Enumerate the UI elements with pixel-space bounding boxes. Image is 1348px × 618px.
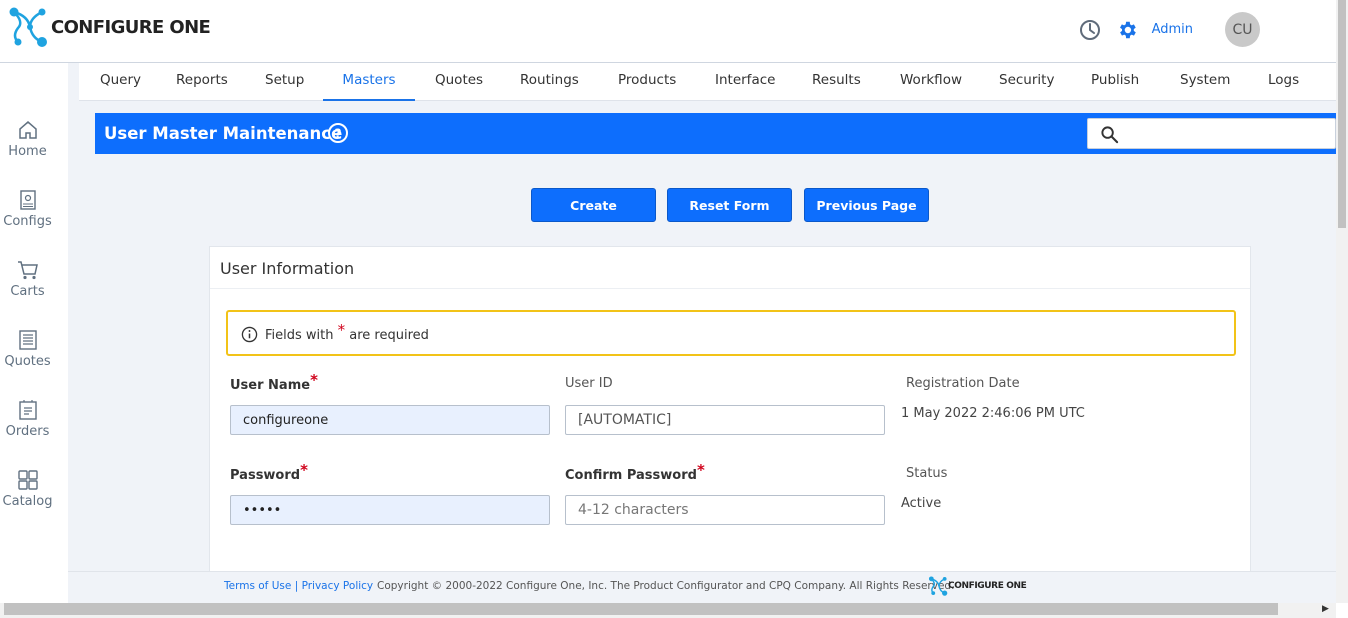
tab-products[interactable]: Products bbox=[618, 63, 676, 101]
vertical-scrollbar-thumb[interactable] bbox=[1338, 0, 1346, 228]
sidebar-item-quotes[interactable]: Quotes bbox=[0, 329, 55, 369]
sidebar-item-label: Carts bbox=[10, 284, 45, 299]
tab-system[interactable]: System bbox=[1180, 63, 1230, 101]
required-asterisk: * bbox=[310, 371, 318, 389]
footer-separator: | bbox=[294, 580, 299, 592]
required-asterisk: * bbox=[300, 461, 308, 479]
username-label: User Name* bbox=[230, 371, 318, 393]
create-button[interactable]: Create bbox=[531, 188, 656, 222]
tab-workflow[interactable]: Workflow bbox=[900, 63, 962, 101]
footer-links: Terms of Use | Privacy Policy bbox=[224, 580, 373, 592]
horizontal-scrollbar-thumb[interactable] bbox=[4, 603, 1278, 615]
required-asterisk: * bbox=[696, 461, 705, 479]
tab-setup[interactable]: Setup bbox=[265, 63, 304, 101]
sidebar-item-label: Configs bbox=[3, 214, 52, 229]
top-header: CONFIGURE ONE Admin CU bbox=[0, 0, 1336, 63]
card-header: User Information bbox=[210, 247, 1250, 289]
tab-publish[interactable]: Publish bbox=[1091, 63, 1139, 101]
search-input[interactable] bbox=[1128, 123, 1328, 145]
side-navigation: Home Configs Carts Quotes Orders Catalog bbox=[0, 63, 68, 603]
tab-quotes[interactable]: Quotes bbox=[435, 63, 483, 101]
tab-routings[interactable]: Routings bbox=[520, 63, 579, 101]
reset-form-button[interactable]: Reset Form bbox=[667, 188, 792, 222]
sidebar-item-label: Home bbox=[8, 144, 47, 159]
search-icon[interactable] bbox=[1100, 125, 1119, 144]
required-asterisk: * bbox=[337, 321, 346, 339]
copyright-text: Copyright © 2000-2022 Configure One, Inc… bbox=[377, 580, 955, 592]
tab-security[interactable]: Security bbox=[999, 63, 1054, 101]
quotes-icon bbox=[18, 330, 37, 350]
footer-logo-icon bbox=[928, 576, 948, 596]
userid-label: User ID bbox=[565, 376, 613, 391]
tab-query[interactable]: Query bbox=[100, 63, 141, 101]
configure-one-logo[interactable]: CONFIGURE ONE bbox=[8, 6, 211, 48]
sidebar-item-catalog[interactable]: Catalog bbox=[0, 469, 55, 509]
sidebar-item-configs[interactable]: Configs bbox=[0, 189, 55, 229]
sidebar-item-label: Orders bbox=[5, 424, 50, 439]
footer-logo: CONFIGURE ONE bbox=[928, 576, 1027, 596]
registration-date-value: 1 May 2022 2:46:06 PM UTC bbox=[901, 406, 1085, 421]
sidebar-item-orders[interactable]: Orders bbox=[0, 399, 55, 439]
footer-logo-text: CONFIGURE ONE bbox=[948, 581, 1027, 591]
sidebar-item-label: Quotes bbox=[4, 354, 51, 369]
privacy-policy-link[interactable]: Privacy Policy bbox=[302, 580, 374, 592]
page-title-bar: User Master Maintenance ? bbox=[95, 113, 1336, 154]
catalog-icon bbox=[17, 470, 38, 490]
page-title: User Master Maintenance bbox=[104, 124, 343, 143]
avatar[interactable]: CU bbox=[1225, 12, 1260, 47]
help-icon[interactable]: ? bbox=[327, 122, 349, 144]
admin-link[interactable]: Admin bbox=[1152, 22, 1193, 37]
logo-icon bbox=[9, 7, 47, 47]
horizontal-scrollbar[interactable]: ▶ bbox=[0, 603, 1336, 618]
password-label: Password* bbox=[230, 461, 308, 483]
status-value: Active bbox=[901, 496, 942, 511]
svg-text:?: ? bbox=[335, 127, 342, 141]
terms-of-use-link[interactable]: Terms of Use bbox=[224, 580, 291, 592]
user-information-card: User Information Fields with * are requi… bbox=[209, 246, 1251, 576]
search-box bbox=[1087, 118, 1336, 149]
main-content: Query Reports Setup Masters Quotes Routi… bbox=[68, 63, 1336, 603]
sidebar-item-label: Catalog bbox=[2, 494, 53, 509]
tab-masters[interactable]: Masters bbox=[323, 63, 415, 101]
required-fields-notice: Fields with * are required bbox=[226, 310, 1236, 356]
status-label: Status bbox=[906, 466, 948, 481]
sidebar-item-home[interactable]: Home bbox=[0, 119, 55, 159]
orders-icon bbox=[18, 400, 37, 420]
info-icon bbox=[241, 326, 258, 343]
notice-text: Fields with * are required bbox=[265, 321, 429, 343]
confirm-password-field[interactable] bbox=[565, 495, 885, 525]
gear-icon[interactable] bbox=[1116, 19, 1138, 41]
logo-text: CONFIGURE ONE bbox=[51, 16, 211, 38]
tab-interface[interactable]: Interface bbox=[715, 63, 775, 101]
tab-reports[interactable]: Reports bbox=[176, 63, 228, 101]
confirm-password-label: Confirm Password* bbox=[565, 461, 705, 483]
card-title: User Information bbox=[220, 259, 355, 278]
cart-icon bbox=[17, 261, 38, 280]
history-clock-icon[interactable] bbox=[1079, 19, 1101, 41]
tab-results[interactable]: Results bbox=[812, 63, 861, 101]
vertical-scrollbar[interactable] bbox=[1336, 0, 1348, 603]
userid-field[interactable] bbox=[565, 405, 885, 435]
main-tab-bar: Query Reports Setup Masters Quotes Routi… bbox=[79, 63, 1336, 101]
home-icon bbox=[18, 121, 37, 139]
sidebar-item-carts[interactable]: Carts bbox=[0, 259, 55, 299]
tab-logs[interactable]: Logs bbox=[1268, 63, 1299, 101]
scroll-right-arrow-icon[interactable]: ▶ bbox=[1322, 604, 1329, 614]
registration-date-label: Registration Date bbox=[906, 376, 1020, 391]
page-footer: Terms of Use | Privacy Policy Copyright … bbox=[68, 571, 1336, 603]
previous-page-button[interactable]: Previous Page bbox=[804, 188, 929, 222]
configs-icon bbox=[19, 190, 36, 210]
username-field[interactable] bbox=[230, 405, 550, 435]
password-field[interactable] bbox=[230, 495, 550, 525]
